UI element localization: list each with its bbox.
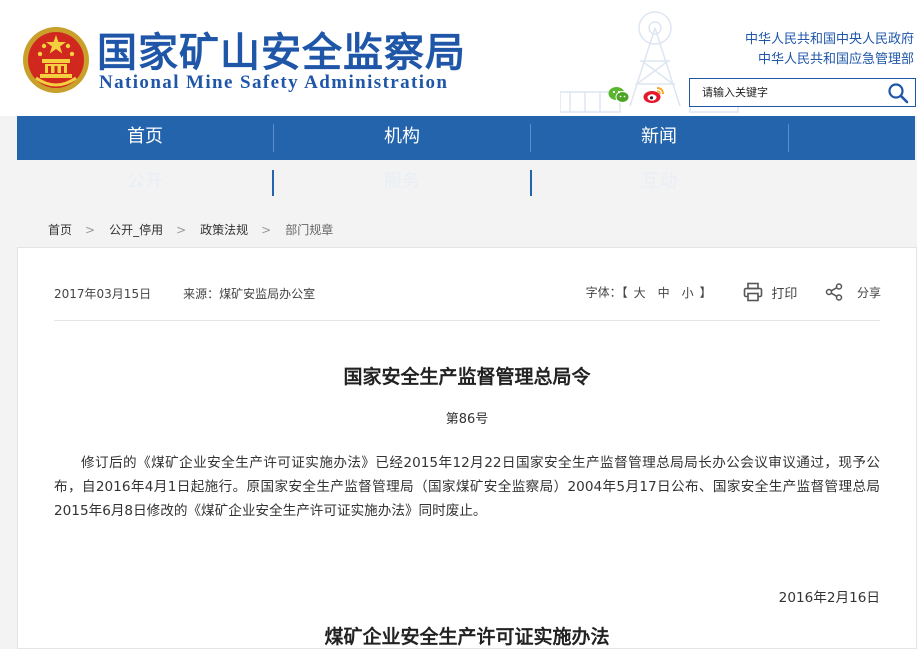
print-button[interactable]: 打印 bbox=[743, 282, 797, 302]
chevron-right-icon: > bbox=[85, 223, 96, 237]
site-title-english[interactable]: National Mine Safety Administration bbox=[99, 72, 448, 94]
font-size-medium[interactable]: 中 bbox=[658, 286, 670, 300]
site-title-chinese[interactable]: 国家矿山安全监察局 bbox=[97, 20, 466, 78]
article-source: 来源：煤矿安监局办公室 bbox=[183, 287, 316, 301]
share-icon bbox=[825, 283, 843, 301]
breadcrumb-policies[interactable]: 政策法规 bbox=[200, 223, 248, 237]
regulation-title: 煤矿企业安全生产许可证实施办法 bbox=[324, 626, 610, 648]
font-size-label: 字体：【 bbox=[585, 285, 628, 300]
wechat-icon[interactable] bbox=[608, 86, 630, 103]
chevron-right-icon: > bbox=[261, 223, 272, 237]
primary-nav: 首页 机构 新闻 bbox=[17, 116, 915, 160]
font-size-large[interactable]: 大 bbox=[634, 286, 646, 300]
font-size-close: 】 bbox=[699, 285, 712, 300]
link-central-government[interactable]: 中华人民共和国中央人民政府 bbox=[745, 30, 914, 50]
nav-divider bbox=[788, 124, 789, 152]
breadcrumb-department-rules[interactable]: 部门规章 bbox=[285, 223, 333, 237]
breadcrumb: 首页 > 公开_停用 > 政策法规 > 部门规章 bbox=[48, 221, 333, 238]
secondary-nav: 公开 服务 互动 bbox=[17, 160, 915, 204]
nav-item-home[interactable]: 首页 bbox=[17, 116, 273, 160]
national-emblem-icon[interactable] bbox=[22, 26, 90, 94]
article-card: 2017年03月15日 来源：煤矿安监局办公室 字体：【大中小】 打印 分享 国家… bbox=[17, 247, 917, 649]
nav-item-news[interactable]: 新闻 bbox=[531, 116, 787, 160]
breadcrumb-home[interactable]: 首页 bbox=[48, 223, 72, 237]
print-label: 打印 bbox=[771, 286, 798, 302]
signed-date: 2016年2月16日 bbox=[778, 590, 880, 606]
weibo-icon[interactable] bbox=[643, 86, 664, 103]
site-header: 国家矿山安全监察局 National Mine Safety Administr… bbox=[0, 0, 917, 116]
article-meta: 2017年03月15日 来源：煤矿安监局办公室 bbox=[54, 285, 315, 302]
print-icon bbox=[744, 282, 763, 302]
share-label: 分享 bbox=[856, 285, 881, 300]
decree-number: 第86号 bbox=[445, 412, 489, 427]
share-button[interactable]: 分享 bbox=[825, 283, 881, 301]
search-input[interactable] bbox=[690, 79, 887, 106]
link-ministry-emergency-management[interactable]: 中华人民共和国应急管理部 bbox=[745, 50, 914, 70]
meta-divider bbox=[54, 320, 880, 321]
publish-date: 2017年03月15日 bbox=[54, 287, 152, 301]
breadcrumb-public-disabled[interactable]: 公开_停用 bbox=[109, 223, 163, 237]
article-body: 修订后的《煤矿企业安全生产许可证实施办法》已经2015年12月22日国家安全生产… bbox=[54, 455, 880, 519]
social-links bbox=[608, 84, 673, 103]
search-box bbox=[689, 78, 916, 107]
chevron-right-icon: > bbox=[176, 223, 187, 237]
search-icon[interactable] bbox=[887, 82, 909, 104]
article-tools: 字体：【大中小】 打印 分享 bbox=[586, 282, 881, 302]
font-size-small[interactable]: 小 bbox=[682, 286, 694, 300]
government-links: 中华人民共和国中央人民政府 中华人民共和国应急管理部 bbox=[745, 30, 914, 70]
nav-item-public[interactable]: 公开 bbox=[17, 160, 273, 204]
nav-item-service[interactable]: 服务 bbox=[274, 160, 530, 204]
nav-item-organization[interactable]: 机构 bbox=[274, 116, 530, 160]
article-title: 国家安全生产监督管理总局令 bbox=[343, 366, 591, 388]
nav-item-interaction[interactable]: 互动 bbox=[531, 160, 787, 204]
